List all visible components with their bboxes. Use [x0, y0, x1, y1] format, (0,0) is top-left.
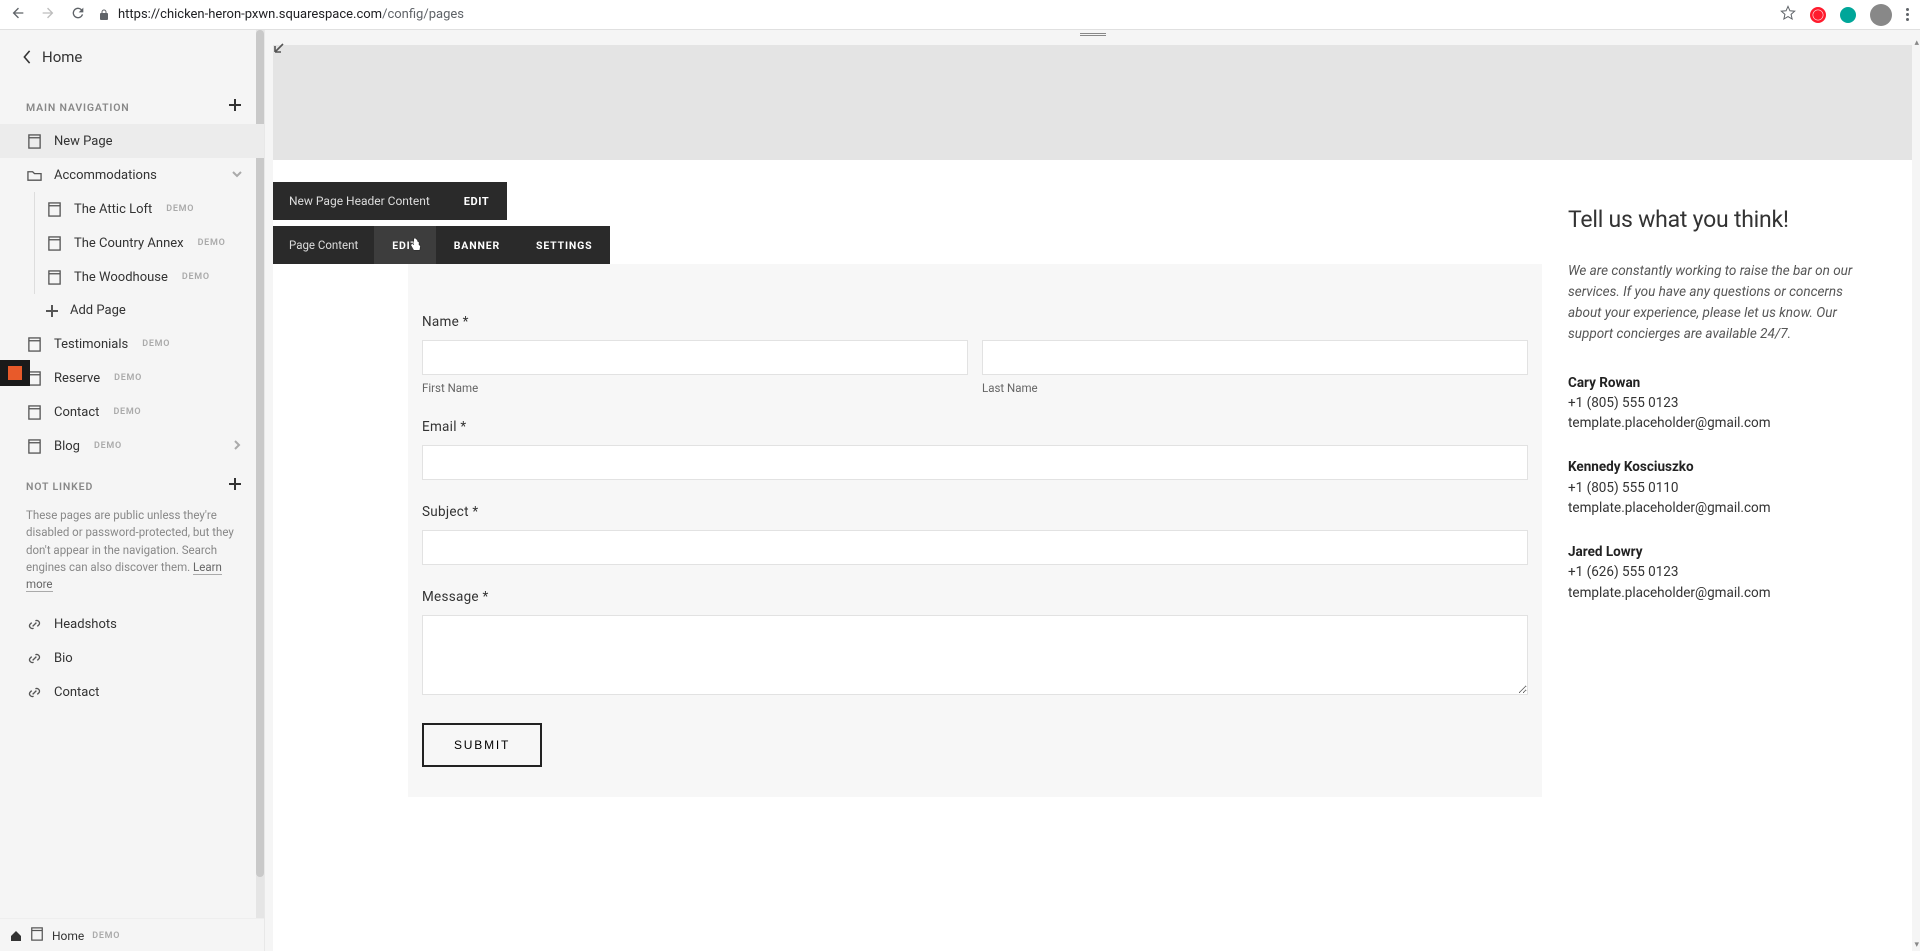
page-icon [26, 336, 42, 352]
canvas-area: ▴ ▾ New Page Header Content EDIT Page Co… [265, 30, 1920, 951]
page-icon [26, 133, 42, 149]
subject-input[interactable] [422, 530, 1528, 565]
extension-icon-1[interactable] [1810, 7, 1826, 23]
header-toolbar-label: New Page Header Content [273, 194, 446, 208]
profile-avatar[interactable] [1870, 4, 1892, 26]
home-label: Home [42, 48, 82, 66]
not-linked-description: These pages are public unless they're di… [0, 503, 264, 607]
nav-item-reserve[interactable]: Reserve DEMO [0, 361, 264, 395]
contact-block-1: Cary Rowan +1 (805) 555 0123 template.pl… [1568, 373, 1872, 434]
contact-info-column: Tell us what you think! We are constantl… [1542, 200, 1912, 797]
section-label: NOT LINKED [26, 480, 93, 493]
page-content-toolbar: Page Content EDIT BANNER SETTINGS [273, 226, 610, 264]
nav-item-new-page[interactable]: New Page [0, 124, 264, 158]
sidebar: Home MAIN NAVIGATION New Page Accommodat… [0, 30, 265, 951]
nav-item-blog[interactable]: Blog DEMO [0, 429, 264, 463]
nav-item-contact-notlinked[interactable]: Contact [0, 675, 264, 709]
cursor-pointer-icon [407, 236, 425, 258]
lock-icon [98, 9, 110, 21]
folder-icon [26, 167, 42, 183]
address-bar[interactable]: https://chicken-heron-pxwn.squarespace.c… [98, 7, 1768, 22]
add-notlinked-button[interactable] [228, 477, 242, 495]
nav-item-country-annex[interactable]: The Country Annex DEMO [0, 226, 264, 260]
expand-handle[interactable] [1078, 30, 1108, 38]
browser-toolbar: https://chicken-heron-pxwn.squarespace.c… [0, 0, 1920, 30]
page-icon [26, 438, 42, 454]
chevron-right-icon [232, 439, 242, 454]
link-icon [26, 650, 42, 666]
email-label: Email * [422, 419, 1528, 435]
subject-label: Subject * [422, 504, 1528, 520]
section-label: MAIN NAVIGATION [26, 101, 130, 114]
content-toolbar-label: Page Content [273, 238, 374, 252]
first-name-input[interactable] [422, 340, 968, 375]
home-icon [10, 930, 22, 942]
tab-settings[interactable]: SETTINGS [518, 226, 610, 264]
section-not-linked: NOT LINKED [0, 463, 264, 503]
nav-item-add-page[interactable]: Add Page [0, 294, 264, 327]
plus-icon [46, 305, 58, 317]
side-title: Tell us what you think! [1568, 206, 1872, 233]
tab-edit[interactable]: EDIT [374, 226, 436, 264]
reload-icon[interactable] [70, 5, 86, 25]
header-edit-button[interactable]: EDIT [446, 195, 507, 208]
trial-widget[interactable] [0, 360, 30, 386]
add-page-button[interactable] [228, 98, 242, 116]
expand-arrow-icon[interactable] [273, 38, 289, 58]
tab-banner[interactable]: BANNER [436, 226, 518, 264]
scroll-up-arrow[interactable]: ▴ [1914, 38, 1919, 48]
page-icon [46, 201, 62, 217]
scroll-down-arrow[interactable]: ▾ [1914, 940, 1919, 950]
first-name-sublabel: First Name [422, 381, 968, 395]
page-icon [30, 927, 44, 945]
header-content-toolbar: New Page Header Content EDIT [273, 182, 507, 220]
page-icon [46, 269, 62, 285]
chevron-down-icon [232, 168, 242, 183]
last-name-sublabel: Last Name [982, 381, 1528, 395]
nav-item-attic-loft[interactable]: The Attic Loft DEMO [0, 192, 264, 226]
last-name-input[interactable] [982, 340, 1528, 375]
message-label: Message * [422, 589, 1528, 605]
email-input[interactable] [422, 445, 1528, 480]
url-host: chicken-heron-pxwn.squarespace.com [160, 7, 382, 22]
submit-button[interactable]: SUBMIT [422, 723, 542, 767]
page-icon [26, 404, 42, 420]
link-icon [26, 684, 42, 700]
nav-item-bio[interactable]: Bio [0, 641, 264, 675]
home-back-button[interactable]: Home [0, 30, 264, 84]
back-icon[interactable] [10, 5, 26, 25]
nav-item-accommodations[interactable]: Accommodations [0, 158, 264, 192]
nav-item-woodhouse[interactable]: The Woodhouse DEMO [0, 260, 264, 294]
nav-item-headshots[interactable]: Headshots [0, 607, 264, 641]
bookmark-icon[interactable] [1780, 5, 1796, 25]
link-icon [26, 616, 42, 632]
section-main-navigation: MAIN NAVIGATION [0, 84, 264, 124]
bottom-home-row[interactable]: Home DEMO [0, 918, 264, 951]
contact-form: Name * First Name Last Name [408, 264, 1542, 797]
side-blurb: We are constantly working to raise the b… [1568, 261, 1872, 345]
message-textarea[interactable] [422, 615, 1528, 695]
contact-block-3: Jared Lowry +1 (626) 555 0123 template.p… [1568, 542, 1872, 603]
page-icon [46, 235, 62, 251]
name-label: Name * [422, 314, 1528, 330]
forward-icon [40, 5, 56, 25]
contact-block-2: Kennedy Kosciuszko +1 (805) 555 0110 tem… [1568, 457, 1872, 518]
extension-icon-2[interactable] [1840, 7, 1856, 23]
menu-icon[interactable] [1906, 8, 1910, 21]
url-path: /config/pages [382, 7, 464, 22]
nav-item-testimonials[interactable]: Testimonials DEMO [0, 327, 264, 361]
chevron-left-icon [22, 50, 32, 64]
nav-item-contact[interactable]: Contact DEMO [0, 395, 264, 429]
hero-banner[interactable] [273, 45, 1912, 160]
